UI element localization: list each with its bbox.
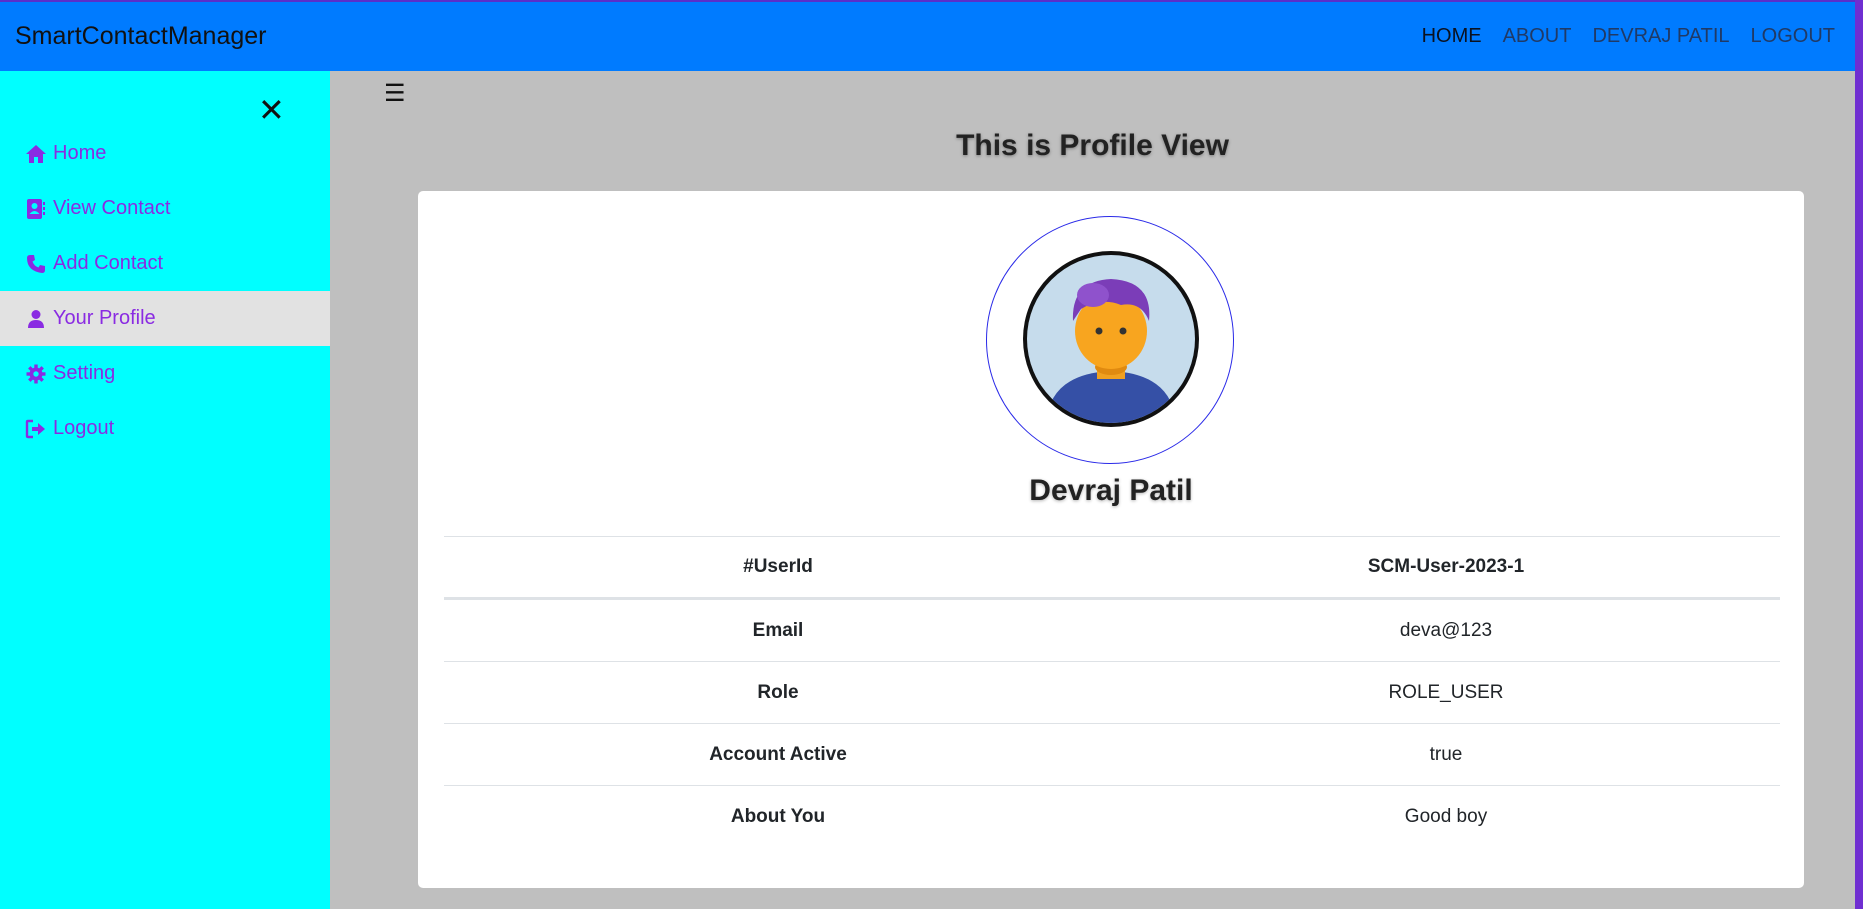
- phone-icon: [25, 253, 47, 275]
- field-value: SCM-User-2023-1: [1367, 556, 1525, 577]
- nav-link-user[interactable]: DEVRAJ PATIL: [1592, 25, 1729, 48]
- profile-card: Devraj Patil #UserId SCM-User-2023-1 Ema…: [418, 191, 1804, 888]
- avatar-icon: [1023, 251, 1199, 427]
- table-row: #UserId SCM-User-2023-1: [444, 536, 1780, 599]
- logout-icon: [25, 418, 47, 440]
- field-value: ROLE_USER: [1388, 681, 1504, 703]
- page-title: This is Profile View: [956, 129, 1229, 162]
- sidebar-item-label: Home: [53, 142, 107, 164]
- sidebar-item-add-contact[interactable]: Add Contact: [0, 236, 330, 291]
- contact-book-icon: [25, 198, 47, 220]
- field-value: Good boy: [1404, 805, 1488, 827]
- sidebar-item-your-profile[interactable]: Your Profile: [0, 291, 330, 346]
- close-icon[interactable]: ✕: [258, 94, 285, 126]
- main-content: ☰ This is Profile View Devraj Patil #Use…: [330, 71, 1855, 909]
- table-row: Email deva@123: [444, 599, 1780, 661]
- home-icon: [25, 143, 47, 165]
- nav-links: HOME ABOUT DEVRAJ PATIL LOGOUT: [1401, 25, 1835, 48]
- profile-table: #UserId SCM-User-2023-1 Email deva@123 R…: [444, 536, 1780, 847]
- field-value: deva@123: [1399, 619, 1493, 641]
- sidebar-item-label: Add Contact: [53, 252, 164, 274]
- sidebar-item-label: View Contact: [53, 197, 171, 219]
- field-key: Email: [752, 619, 804, 641]
- sidebar: ✕ Home View Contact Add Contact Your Pro…: [0, 71, 330, 909]
- sidebar-item-home[interactable]: Home: [0, 126, 330, 181]
- gear-icon: [25, 363, 47, 385]
- sidebar-item-label: Logout: [53, 417, 115, 439]
- field-key: #UserId: [743, 556, 813, 577]
- table-row: Role ROLE_USER: [444, 661, 1780, 723]
- user-icon: [25, 308, 47, 330]
- avatar: [986, 216, 1234, 464]
- hamburger-icon[interactable]: ☰: [384, 79, 406, 108]
- sidebar-item-view-contact[interactable]: View Contact: [0, 181, 330, 236]
- field-key: Role: [757, 681, 799, 703]
- profile-name: Devraj Patil: [1029, 474, 1193, 507]
- nav-link-home[interactable]: HOME: [1422, 25, 1482, 48]
- sidebar-item-label: Setting: [53, 362, 116, 384]
- nav-link-logout[interactable]: LOGOUT: [1751, 25, 1835, 48]
- table-row: Account Active true: [444, 723, 1780, 785]
- field-key: About You: [730, 805, 826, 827]
- top-navbar: SmartContactManager HOME ABOUT DEVRAJ PA…: [0, 0, 1855, 71]
- sidebar-menu: Home View Contact Add Contact Your Profi…: [0, 126, 330, 456]
- field-key: Account Active: [709, 743, 847, 765]
- brand-logo[interactable]: SmartContactManager: [15, 22, 267, 51]
- field-value: true: [1429, 743, 1463, 765]
- sidebar-item-label: Your Profile: [53, 307, 156, 329]
- table-row: About You Good boy: [444, 785, 1780, 847]
- nav-link-about[interactable]: ABOUT: [1503, 25, 1572, 48]
- sidebar-item-logout[interactable]: Logout: [0, 401, 330, 456]
- sidebar-item-setting[interactable]: Setting: [0, 346, 330, 401]
